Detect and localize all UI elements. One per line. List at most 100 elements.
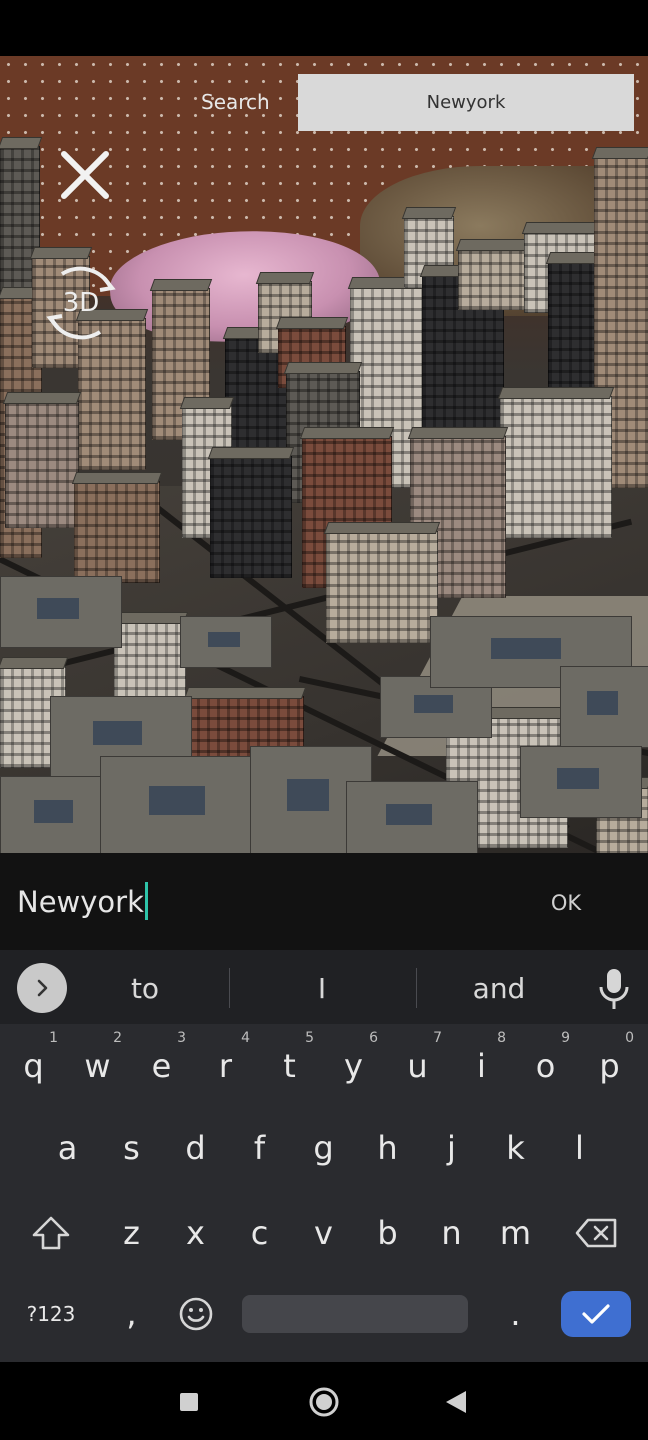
building	[500, 396, 612, 538]
key-hint: 0	[625, 1030, 634, 1046]
key-s[interactable]: s	[100, 1112, 163, 1184]
low-building	[180, 616, 272, 668]
mic-icon	[599, 969, 629, 1009]
key-hint: 8	[497, 1030, 506, 1046]
key-label: d	[185, 1129, 206, 1167]
enter-key[interactable]	[561, 1291, 631, 1337]
backspace-key[interactable]	[562, 1197, 630, 1269]
key-v[interactable]: v	[292, 1197, 355, 1269]
key-o[interactable]: o9	[515, 1030, 576, 1102]
key-r[interactable]: r4	[195, 1030, 256, 1102]
building	[74, 481, 160, 583]
key-hint: 2	[113, 1030, 122, 1046]
recents-icon	[180, 1393, 198, 1411]
emoji-icon	[179, 1297, 212, 1331]
key-label: v	[314, 1214, 333, 1252]
key-a[interactable]: a	[36, 1112, 99, 1184]
shift-key[interactable]	[18, 1197, 84, 1269]
key-label: l	[575, 1129, 584, 1167]
key-n[interactable]: n	[420, 1197, 483, 1269]
key-label: z	[123, 1214, 140, 1252]
low-building	[520, 746, 642, 818]
key-g[interactable]: g	[292, 1112, 355, 1184]
close-button[interactable]	[58, 148, 112, 202]
key-label: e	[151, 1047, 172, 1085]
key-hint: 7	[433, 1030, 442, 1046]
home-icon	[309, 1387, 339, 1417]
search-field[interactable]: Newyork	[298, 74, 634, 131]
suggestion-divider	[229, 968, 230, 1008]
backspace-icon	[575, 1218, 617, 1248]
recents-button[interactable]	[169, 1382, 209, 1422]
suggestion-divider	[416, 968, 417, 1008]
ok-button[interactable]: OK	[530, 880, 602, 926]
key-q[interactable]: q1	[3, 1030, 64, 1102]
period-key[interactable]: .	[484, 1278, 547, 1350]
key-label: a	[57, 1129, 78, 1167]
suggestion-2[interactable]: I	[267, 965, 377, 1011]
key-label: t	[283, 1047, 296, 1085]
key-b[interactable]: b	[356, 1197, 419, 1269]
key-p[interactable]: p0	[579, 1030, 640, 1102]
expand-toolbar-button[interactable]	[17, 963, 67, 1013]
3d-toggle-button[interactable]: 3D	[40, 262, 122, 344]
key-l[interactable]: l	[548, 1112, 611, 1184]
key-label: h	[377, 1129, 398, 1167]
location-input[interactable]: Newyork	[17, 882, 148, 920]
key-hint: 4	[241, 1030, 250, 1046]
building	[5, 401, 79, 528]
key-hint: 3	[177, 1030, 186, 1046]
close-icon	[61, 151, 109, 199]
key-y[interactable]: y6	[323, 1030, 384, 1102]
check-icon	[582, 1304, 610, 1324]
key-e[interactable]: e3	[131, 1030, 192, 1102]
search-label: Search	[201, 90, 270, 114]
comma-key[interactable]: ,	[100, 1278, 163, 1350]
key-label: r	[218, 1047, 233, 1085]
key-label: s	[123, 1129, 140, 1167]
building	[210, 456, 292, 578]
text-caret	[144, 882, 148, 920]
emoji-key[interactable]	[164, 1278, 227, 1350]
key-hint: 5	[305, 1030, 314, 1046]
back-button[interactable]	[436, 1382, 476, 1422]
suggestion-1[interactable]: to	[90, 965, 200, 1011]
key-u[interactable]: u7	[387, 1030, 448, 1102]
key-k[interactable]: k	[484, 1112, 547, 1184]
key-h[interactable]: h	[356, 1112, 419, 1184]
key-f[interactable]: f	[228, 1112, 291, 1184]
key-label: p	[599, 1047, 620, 1085]
key-label: y	[344, 1047, 363, 1085]
key-label: g	[313, 1129, 334, 1167]
key-label: i	[477, 1047, 486, 1085]
key-d[interactable]: d	[164, 1112, 227, 1184]
key-label: w	[84, 1047, 111, 1085]
status-bar	[0, 0, 648, 56]
home-button[interactable]	[304, 1382, 344, 1422]
symbols-key[interactable]: ?123	[18, 1278, 84, 1350]
key-c[interactable]: c	[228, 1197, 291, 1269]
key-w[interactable]: w2	[67, 1030, 128, 1102]
chevron-right-icon	[37, 979, 48, 997]
low-building	[346, 781, 478, 853]
low-building	[100, 756, 262, 853]
voice-input-button[interactable]	[596, 967, 632, 1011]
space-key[interactable]	[242, 1295, 468, 1333]
key-hint: 6	[369, 1030, 378, 1046]
key-x[interactable]: x	[164, 1197, 227, 1269]
key-label: f	[253, 1129, 266, 1167]
key-label: n	[441, 1214, 462, 1252]
back-icon	[446, 1391, 466, 1413]
key-label: j	[447, 1129, 456, 1167]
shift-icon	[32, 1216, 70, 1250]
key-label: q	[23, 1047, 44, 1085]
key-z[interactable]: z	[100, 1197, 163, 1269]
key-i[interactable]: i8	[451, 1030, 512, 1102]
key-t[interactable]: t5	[259, 1030, 320, 1102]
suggestion-3[interactable]: and	[444, 965, 554, 1011]
key-label: k	[506, 1129, 525, 1167]
key-j[interactable]: j	[420, 1112, 483, 1184]
key-hint: 9	[561, 1030, 570, 1046]
location-input-text: Newyork	[17, 885, 144, 919]
key-m[interactable]: m	[484, 1197, 547, 1269]
